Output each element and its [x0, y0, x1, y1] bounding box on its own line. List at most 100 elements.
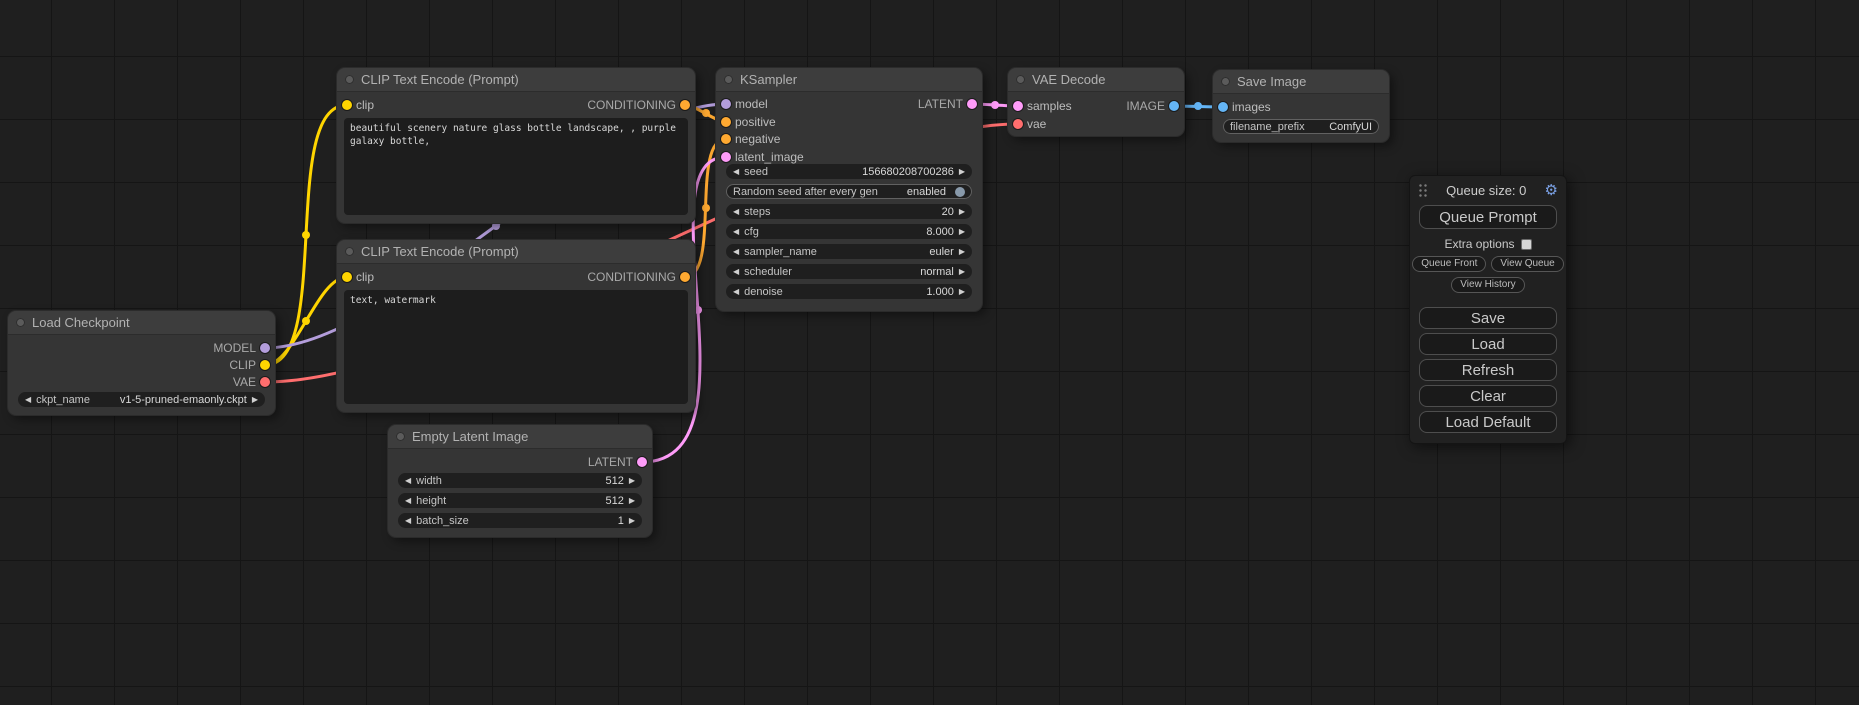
prompt-textarea[interactable]: text, watermark — [344, 290, 688, 404]
node-title: Empty Latent Image — [412, 429, 528, 444]
widget-steps[interactable]: ◀ steps 20 ▶ — [726, 204, 972, 219]
slot-label: LATENT — [918, 97, 963, 111]
decrement-arrow-icon[interactable]: ◀ — [733, 207, 739, 216]
widget-denoise[interactable]: ◀ denoise 1.000 ▶ — [726, 284, 972, 299]
node-title: Load Checkpoint — [32, 315, 130, 330]
output-dot-conditioning[interactable] — [680, 272, 690, 282]
node-save-image[interactable]: Save Image images filename_prefix ComfyU… — [1213, 70, 1389, 142]
slot-label: latent_image — [735, 150, 804, 164]
output-dot-model[interactable] — [260, 343, 270, 353]
decrement-arrow-icon[interactable]: ◀ — [733, 267, 739, 276]
node-status-dot-icon[interactable] — [396, 432, 405, 441]
node-title-bar[interactable]: CLIP Text Encode (Prompt) — [337, 68, 695, 92]
input-dot-vae[interactable] — [1013, 119, 1023, 129]
extra-options-label: Extra options — [1444, 237, 1514, 251]
node-vae-decode[interactable]: VAE Decode samples IMAGE vae — [1008, 68, 1184, 136]
node-title-bar[interactable]: Save Image — [1213, 70, 1389, 94]
decrement-arrow-icon[interactable]: ◀ — [25, 395, 31, 404]
node-clip-text-encode-positive[interactable]: CLIP Text Encode (Prompt) clip CONDITION… — [337, 68, 695, 223]
drag-handle-icon[interactable] — [1418, 183, 1428, 198]
node-load-checkpoint[interactable]: Load Checkpoint MODEL CLIP VAE ◀ ckpt_na… — [8, 311, 275, 415]
node-status-dot-icon[interactable] — [724, 75, 733, 84]
output-slot-conditioning: CONDITIONING — [337, 270, 695, 284]
clear-button[interactable]: Clear — [1419, 385, 1557, 407]
link-clip-to-negative-prompt — [265, 277, 347, 365]
link-clip-to-positive-prompt — [265, 105, 347, 365]
output-dot-clip[interactable] — [260, 360, 270, 370]
increment-arrow-icon[interactable]: ▶ — [629, 476, 635, 485]
increment-arrow-icon[interactable]: ▶ — [959, 227, 965, 236]
comfy-menu-panel[interactable]: Queue size: 0 ⚙ Queue Prompt Extra optio… — [1409, 175, 1567, 444]
toggle-on-dot-icon[interactable] — [955, 187, 965, 197]
decrement-arrow-icon[interactable]: ◀ — [733, 287, 739, 296]
widget-value: 156680208700286 — [862, 166, 954, 178]
queue-size-label: Queue size: 0 — [1428, 183, 1545, 198]
node-status-dot-icon[interactable] — [16, 318, 25, 327]
widget-sampler-name[interactable]: ◀ sampler_name euler ▶ — [726, 244, 972, 259]
node-clip-text-encode-negative[interactable]: CLIP Text Encode (Prompt) clip CONDITION… — [337, 240, 695, 412]
widget-width[interactable]: ◀ width 512 ▶ — [398, 473, 642, 488]
increment-arrow-icon[interactable]: ▶ — [959, 167, 965, 176]
queue-front-button[interactable]: Queue Front — [1412, 256, 1486, 272]
load-default-button[interactable]: Load Default — [1419, 411, 1557, 433]
extra-options-checkbox[interactable] — [1521, 239, 1532, 250]
decrement-arrow-icon[interactable]: ◀ — [405, 496, 411, 505]
node-ksampler[interactable]: KSampler model LATENT positive negative … — [716, 68, 982, 311]
slot-label: CLIP — [229, 358, 256, 372]
output-dot-image[interactable] — [1169, 101, 1179, 111]
node-status-dot-icon[interactable] — [345, 247, 354, 256]
widget-ckpt-name[interactable]: ◀ ckpt_name v1-5-pruned-emaonly.ckpt ▶ — [18, 392, 265, 407]
node-title-bar[interactable]: CLIP Text Encode (Prompt) — [337, 240, 695, 264]
decrement-arrow-icon[interactable]: ◀ — [733, 227, 739, 236]
widget-label: width — [416, 475, 442, 487]
settings-gear-icon[interactable]: ⚙ — [1545, 183, 1558, 198]
output-dot-latent[interactable] — [637, 457, 647, 467]
node-graph-canvas[interactable]: Load Checkpoint MODEL CLIP VAE ◀ ckpt_na… — [0, 0, 1859, 705]
input-dot-images[interactable] — [1218, 102, 1228, 112]
increment-arrow-icon[interactable]: ▶ — [959, 247, 965, 256]
increment-arrow-icon[interactable]: ▶ — [959, 267, 965, 276]
widget-scheduler[interactable]: ◀ scheduler normal ▶ — [726, 264, 972, 279]
output-dot-vae[interactable] — [260, 377, 270, 387]
increment-arrow-icon[interactable]: ▶ — [959, 287, 965, 296]
widget-height[interactable]: ◀ height 512 ▶ — [398, 493, 642, 508]
slot-label: IMAGE — [1126, 99, 1165, 113]
prompt-textarea[interactable]: beautiful scenery nature glass bottle la… — [344, 118, 688, 215]
node-title-bar[interactable]: Empty Latent Image — [388, 425, 652, 449]
node-title-bar[interactable]: KSampler — [716, 68, 982, 92]
node-status-dot-icon[interactable] — [1221, 77, 1230, 86]
node-empty-latent-image[interactable]: Empty Latent Image LATENT ◀ width 512 ▶ … — [388, 425, 652, 537]
decrement-arrow-icon[interactable]: ◀ — [405, 516, 411, 525]
node-title-bar[interactable]: Load Checkpoint — [8, 311, 275, 335]
refresh-button[interactable]: Refresh — [1419, 359, 1557, 381]
output-slot-image: IMAGE — [1008, 99, 1184, 113]
widget-label: scheduler — [744, 266, 792, 278]
input-dot-positive[interactable] — [721, 117, 731, 127]
widget-batch-size[interactable]: ◀ batch_size 1 ▶ — [398, 513, 642, 528]
slot-label: negative — [735, 132, 780, 146]
increment-arrow-icon[interactable]: ▶ — [959, 207, 965, 216]
increment-arrow-icon[interactable]: ▶ — [629, 496, 635, 505]
increment-arrow-icon[interactable]: ▶ — [252, 395, 258, 404]
save-button[interactable]: Save — [1419, 307, 1557, 329]
node-status-dot-icon[interactable] — [345, 75, 354, 84]
output-dot-latent[interactable] — [967, 99, 977, 109]
widget-cfg[interactable]: ◀ cfg 8.000 ▶ — [726, 224, 972, 239]
increment-arrow-icon[interactable]: ▶ — [629, 516, 635, 525]
output-dot-conditioning[interactable] — [680, 100, 690, 110]
link-midpoint-dot — [1194, 102, 1202, 110]
view-queue-button[interactable]: View Queue — [1491, 256, 1563, 272]
input-dot-negative[interactable] — [721, 134, 731, 144]
widget-random-seed-toggle[interactable]: Random seed after every gen enabled — [726, 184, 972, 199]
queue-prompt-button[interactable]: Queue Prompt — [1419, 205, 1557, 229]
widget-seed[interactable]: ◀ seed 156680208700286 ▶ — [726, 164, 972, 179]
load-button[interactable]: Load — [1419, 333, 1557, 355]
input-dot-latent-image[interactable] — [721, 152, 731, 162]
node-title-bar[interactable]: VAE Decode — [1008, 68, 1184, 92]
view-history-button[interactable]: View History — [1451, 277, 1524, 293]
node-status-dot-icon[interactable] — [1016, 75, 1025, 84]
decrement-arrow-icon[interactable]: ◀ — [733, 247, 739, 256]
decrement-arrow-icon[interactable]: ◀ — [405, 476, 411, 485]
widget-filename-prefix[interactable]: filename_prefix ComfyUI — [1223, 119, 1379, 134]
decrement-arrow-icon[interactable]: ◀ — [733, 167, 739, 176]
